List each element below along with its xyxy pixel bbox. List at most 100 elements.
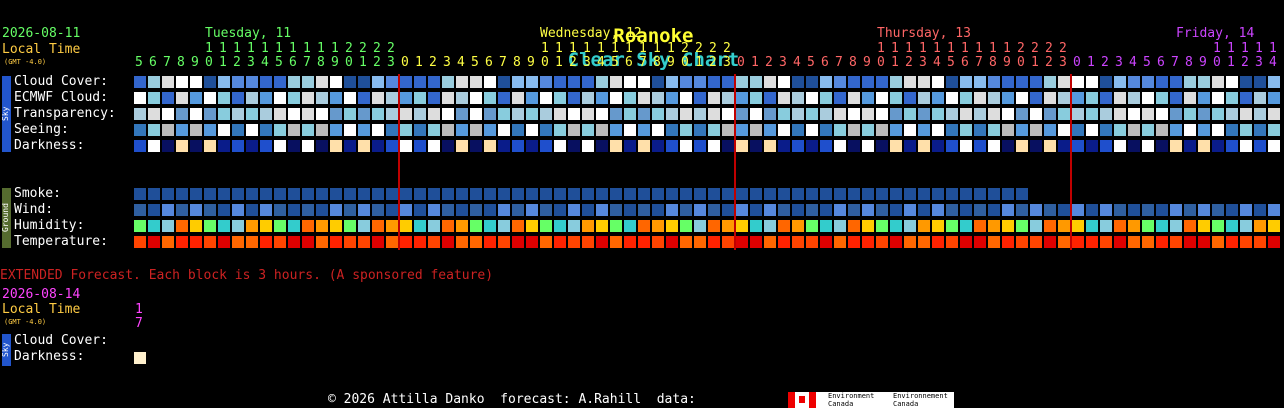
forecast-cell[interactable] [778, 204, 790, 216]
forecast-cell[interactable] [1142, 76, 1154, 88]
forecast-cell[interactable] [400, 220, 412, 232]
forecast-cell[interactable] [1212, 220, 1224, 232]
forecast-cell[interactable] [988, 236, 1000, 248]
forecast-cell[interactable] [386, 236, 398, 248]
forecast-cell[interactable] [596, 188, 608, 200]
forecast-cell[interactable] [1226, 92, 1238, 104]
forecast-cell[interactable] [498, 92, 510, 104]
forecast-cell[interactable] [204, 76, 216, 88]
forecast-cell[interactable] [946, 140, 958, 152]
forecast-cell[interactable] [1086, 108, 1098, 120]
forecast-cell[interactable] [624, 220, 636, 232]
forecast-cell[interactable] [134, 140, 146, 152]
forecast-cell[interactable] [442, 220, 454, 232]
forecast-cell[interactable] [1156, 92, 1168, 104]
forecast-cell[interactable] [974, 236, 986, 248]
forecast-cell[interactable] [1212, 124, 1224, 136]
forecast-cell[interactable] [190, 76, 202, 88]
forecast-cell[interactable] [904, 220, 916, 232]
forecast-cell[interactable] [722, 92, 734, 104]
forecast-cell[interactable] [1268, 204, 1280, 216]
forecast-cell[interactable] [470, 220, 482, 232]
forecast-cell[interactable] [218, 92, 230, 104]
forecast-cell[interactable] [512, 188, 524, 200]
forecast-cell[interactable] [1100, 140, 1112, 152]
forecast-cell[interactable] [918, 204, 930, 216]
forecast-cell[interactable] [1030, 140, 1042, 152]
forecast-cell[interactable] [162, 204, 174, 216]
forecast-cell[interactable] [582, 188, 594, 200]
forecast-cell[interactable] [1072, 140, 1084, 152]
forecast-cell[interactable] [260, 92, 272, 104]
forecast-cell[interactable] [372, 76, 384, 88]
forecast-cell[interactable] [1170, 204, 1182, 216]
forecast-cell[interactable] [484, 236, 496, 248]
forecast-cell[interactable] [568, 236, 580, 248]
forecast-cell[interactable] [596, 92, 608, 104]
forecast-cell[interactable] [1156, 76, 1168, 88]
forecast-cell[interactable] [134, 92, 146, 104]
forecast-cell[interactable] [372, 108, 384, 120]
forecast-cell[interactable] [330, 220, 342, 232]
forecast-cell[interactable] [1128, 92, 1140, 104]
forecast-cell[interactable] [470, 204, 482, 216]
forecast-cell[interactable] [456, 108, 468, 120]
forecast-cell[interactable] [946, 220, 958, 232]
forecast-cell[interactable] [414, 76, 426, 88]
forecast-cell[interactable] [1072, 76, 1084, 88]
forecast-cell[interactable] [1058, 204, 1070, 216]
forecast-cell[interactable] [862, 124, 874, 136]
forecast-cell[interactable] [442, 140, 454, 152]
forecast-cell[interactable] [988, 204, 1000, 216]
forecast-cell[interactable] [512, 92, 524, 104]
forecast-cell[interactable] [302, 108, 314, 120]
forecast-cell[interactable] [792, 92, 804, 104]
forecast-cell[interactable] [1016, 204, 1028, 216]
forecast-cell[interactable] [484, 76, 496, 88]
forecast-cell[interactable] [498, 140, 510, 152]
forecast-cell[interactable] [638, 124, 650, 136]
forecast-cell[interactable] [918, 76, 930, 88]
forecast-cell[interactable] [638, 140, 650, 152]
forecast-cell[interactable] [148, 220, 160, 232]
forecast-cell[interactable] [792, 124, 804, 136]
forecast-cell[interactable] [204, 204, 216, 216]
forecast-cell[interactable] [554, 140, 566, 152]
forecast-cell[interactable] [498, 236, 510, 248]
forecast-cell[interactable] [1198, 124, 1210, 136]
forecast-cell[interactable] [288, 124, 300, 136]
forecast-cell[interactable] [820, 236, 832, 248]
forecast-cell[interactable] [148, 124, 160, 136]
forecast-cell[interactable] [190, 140, 202, 152]
forecast-cell[interactable] [1156, 204, 1168, 216]
forecast-cell[interactable] [778, 236, 790, 248]
forecast-cell[interactable] [834, 220, 846, 232]
forecast-cell[interactable] [1128, 108, 1140, 120]
forecast-cell[interactable] [344, 124, 356, 136]
forecast-cell[interactable] [610, 108, 622, 120]
forecast-cell[interactable] [904, 204, 916, 216]
forecast-cell[interactable] [1184, 124, 1196, 136]
forecast-cell[interactable] [582, 76, 594, 88]
forecast-cell[interactable] [246, 220, 258, 232]
forecast-cell[interactable] [1044, 92, 1056, 104]
forecast-cell[interactable] [988, 188, 1000, 200]
forecast-cell[interactable] [372, 140, 384, 152]
forecast-cell[interactable] [750, 188, 762, 200]
forecast-cell[interactable] [1072, 204, 1084, 216]
forecast-cell[interactable] [596, 140, 608, 152]
forecast-cell[interactable] [204, 236, 216, 248]
forecast-cell[interactable] [1016, 76, 1028, 88]
forecast-cell[interactable] [1226, 236, 1238, 248]
forecast-cell[interactable] [1268, 108, 1280, 120]
forecast-cell[interactable] [330, 204, 342, 216]
forecast-cell[interactable] [1142, 220, 1154, 232]
forecast-cell[interactable] [1016, 92, 1028, 104]
forecast-cell[interactable] [316, 76, 328, 88]
forecast-cell[interactable] [624, 140, 636, 152]
forecast-cell[interactable] [414, 124, 426, 136]
forecast-cell[interactable] [1128, 76, 1140, 88]
forecast-cell[interactable] [232, 236, 244, 248]
forecast-cell[interactable] [330, 236, 342, 248]
forecast-cell[interactable] [918, 92, 930, 104]
